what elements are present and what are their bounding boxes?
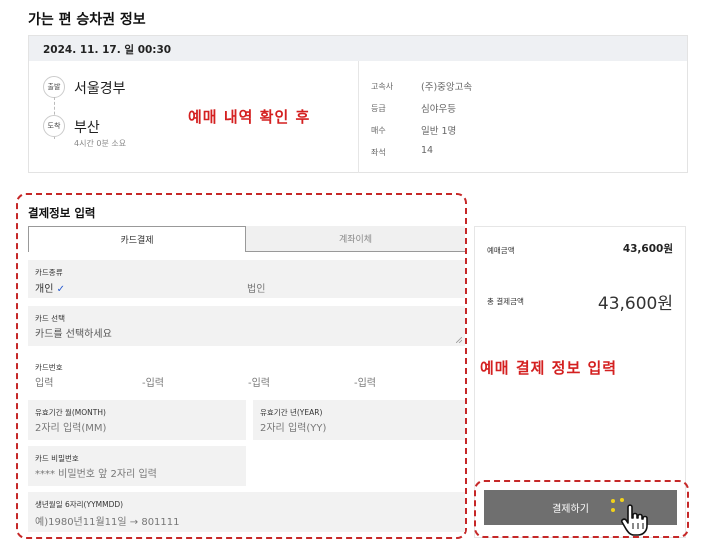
tab-card-payment[interactable]: 카드결제 [28, 226, 246, 252]
card-select-placeholder: 카드를 선택하세요 [35, 329, 112, 340]
section-title: 가는 편 승차권 정보 [28, 12, 146, 28]
tab-bank-transfer[interactable]: 계좌이체 [246, 226, 465, 252]
info-label: 등급 [371, 104, 386, 113]
card-type-corporate-option[interactable]: 법인 [247, 280, 265, 295]
info-label: 매수 [371, 126, 386, 135]
info-label: 좌석 [371, 148, 386, 157]
info-seat: 좌석 14 [371, 145, 433, 158]
reserved-amount-value: 43,600원 [622, 243, 673, 255]
info-count: 매수 일반 1명 [371, 125, 456, 137]
birth-date-label: 생년월일 6자리(YYMMDD) [35, 500, 124, 509]
arrival-badge: 도착 [43, 115, 65, 137]
total-amount-value: 43,600원 [597, 294, 673, 314]
card-password-label: 카드 비밀번호 [35, 454, 79, 463]
card-number-field: 카드번호 입력 -입력 -입력 -입력 [28, 355, 465, 395]
card-number-input-1[interactable]: 입력 [35, 374, 53, 389]
expiry-month-field[interactable]: 유효기간 월(MONTH) 2자리 입력(MM) [28, 400, 246, 440]
pay-button-label: 결제하기 [552, 504, 589, 515]
total-amount-label: 총 결제금액 [487, 297, 524, 306]
departure-terminal: 서울경부 [74, 81, 126, 97]
card-type-label: 카드종류 [35, 268, 63, 277]
expiry-year-field[interactable]: 유효기간 년(YEAR) 2자리 입력(YY) [253, 400, 465, 440]
expiry-year-placeholder: 2자리 입력(YY) [260, 423, 327, 434]
card-number-label: 카드번호 [35, 363, 63, 372]
resize-handle-icon [456, 337, 462, 343]
card-type-field: 카드종류 개인 ✓ 법인 [28, 260, 465, 298]
card-select-field[interactable]: 카드 선택 카드를 선택하세요 [28, 306, 465, 346]
expiry-month-placeholder: 2자리 입력(MM) [35, 423, 107, 434]
card-number-input-4[interactable]: -입력 [354, 374, 376, 389]
info-grade: 등급 심야우등 [371, 103, 456, 115]
expiry-year-label: 유효기간 년(YEAR) [260, 408, 323, 417]
pointer-hand-icon [621, 504, 648, 536]
trip-duration: 4시간 0분 소요 [74, 139, 127, 148]
info-value: 14 [421, 145, 434, 156]
annotation-payment-input: 예매 결제 정보 입력 [480, 359, 618, 377]
payment-title: 결제정보 입력 [28, 206, 96, 220]
card-password-field[interactable]: 카드 비밀번호 **** 비밀번호 앞 2자리 입력 [28, 446, 246, 486]
info-company: 고속사 (주)중앙고속 [371, 81, 472, 93]
expiry-month-label: 유효기간 월(MONTH) [35, 408, 106, 417]
card-password-placeholder: **** 비밀번호 앞 2자리 입력 [35, 469, 157, 480]
info-value: 일반 1명 [421, 126, 457, 137]
personal-label: 개인 [35, 284, 54, 295]
ticket-info: 고속사 (주)중앙고속 등급 심야우등 매수 일반 1명 좌석 14 [359, 61, 689, 173]
card-type-personal-option[interactable]: 개인 ✓ [35, 280, 65, 295]
ticket-card: 2024. 11. 17. 일 00:30 출발 서울경부 도착 부산 4시간 … [28, 35, 688, 173]
birth-date-field[interactable]: 생년월일 6자리(YYMMDD) 예)1980년11월11일 → 801111 [28, 492, 465, 532]
reserved-amount-label: 예매금액 [487, 246, 515, 255]
info-value: (주)중앙고속 [421, 82, 473, 93]
check-icon: ✓ [56, 284, 65, 295]
card-number-input-3[interactable]: -입력 [248, 374, 270, 389]
birth-date-placeholder: 예)1980년11월11일 → 801111 [35, 517, 180, 528]
annotation-reservation-check: 예매 내역 확인 후 [188, 108, 311, 126]
arrival-terminal: 부산 [74, 120, 100, 136]
departure-badge: 출발 [43, 76, 65, 98]
info-label: 고속사 [371, 82, 394, 91]
ticket-datetime: 2024. 11. 17. 일 00:30 [29, 36, 687, 61]
card-number-input-2[interactable]: -입력 [142, 374, 164, 389]
card-select-label: 카드 선택 [35, 314, 65, 323]
info-value: 심야우등 [421, 104, 456, 115]
